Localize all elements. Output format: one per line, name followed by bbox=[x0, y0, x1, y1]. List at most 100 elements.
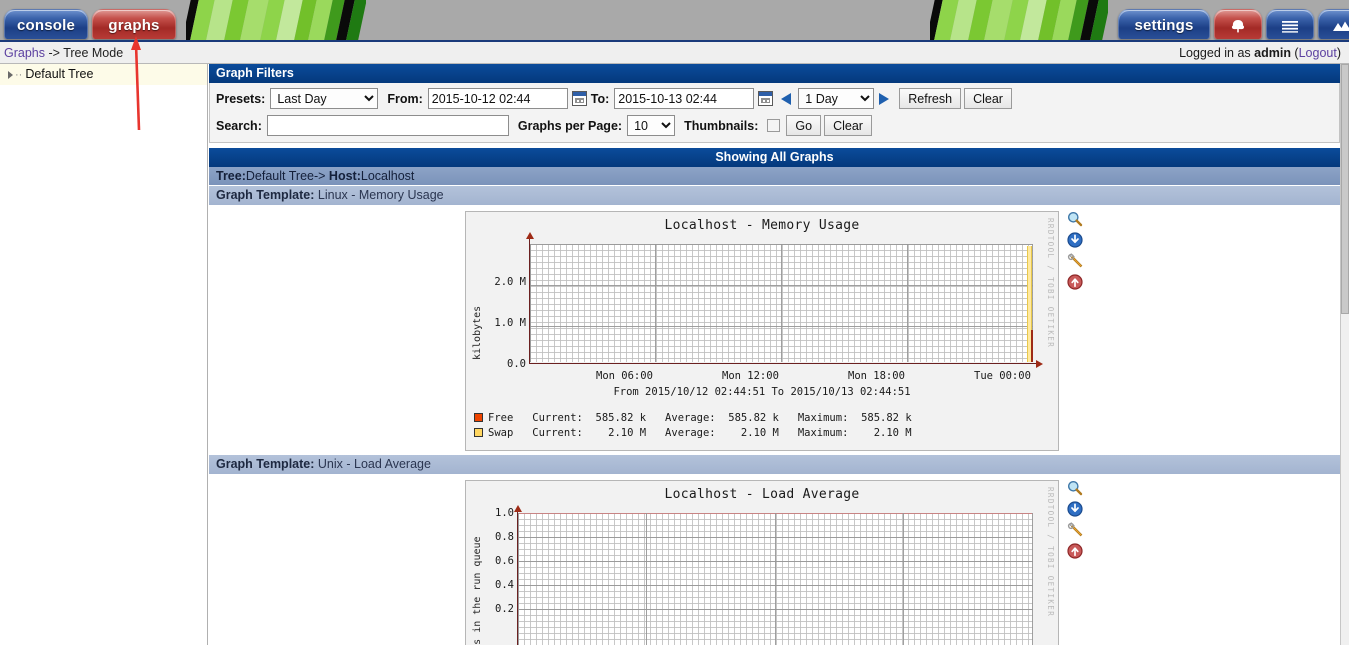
chevron-right-icon[interactable] bbox=[8, 70, 13, 79]
y-axis-line-memory bbox=[529, 238, 530, 364]
legend-average-free: 585.82 k bbox=[728, 412, 779, 424]
app-header: console graphs settings bbox=[0, 0, 1349, 42]
legend-average-swap: 2.10 M bbox=[740, 427, 779, 439]
download-icon[interactable] bbox=[1067, 232, 1083, 248]
template-name: Linux - Memory Usage bbox=[317, 188, 444, 202]
legend-current-label: Current: bbox=[532, 427, 583, 439]
breadcrumb-link-graphs[interactable]: Graphs bbox=[4, 46, 45, 60]
y-axis-arrow-memory bbox=[526, 232, 534, 239]
legend-current-free: 585.82 k bbox=[595, 412, 647, 424]
graph-image-memory[interactable]: Localhost - Memory Usage RRDTOOL / TOBI … bbox=[465, 211, 1059, 451]
presets-select[interactable]: Last Day bbox=[270, 88, 379, 109]
cacti-logo-banner-right bbox=[930, 0, 1108, 40]
zoom-icon[interactable] bbox=[1067, 480, 1083, 496]
calendar-icon-from[interactable] bbox=[571, 91, 587, 106]
graph-legend-swap: Swap Current: 2.10 M Average: 2.10 M Max… bbox=[474, 427, 912, 439]
tab-list-mode[interactable] bbox=[1266, 9, 1314, 39]
logout-link[interactable]: Logout bbox=[1299, 46, 1337, 60]
list-icon bbox=[1280, 17, 1300, 33]
y-axis-arrow-load bbox=[514, 505, 522, 512]
x-tick-memory: Mon 06:00 bbox=[596, 370, 653, 382]
template-prefix: Graph Template: bbox=[216, 188, 315, 202]
graph-image-load[interactable]: Localhost - Load Average RRDTOOL / TOBI … bbox=[465, 480, 1059, 645]
sidebar-tree-panel: ·· Default Tree bbox=[0, 64, 208, 645]
y-tick-memory: 1.0 M bbox=[494, 317, 526, 329]
wrench-icon[interactable] bbox=[1067, 253, 1083, 269]
to-input[interactable] bbox=[614, 88, 755, 109]
tree-host-bar: Tree:Default Tree-> Host:Localhost bbox=[209, 167, 1340, 186]
filter-row-dates: Presets: Last Day From: To: 1 Day Refres… bbox=[216, 87, 1333, 110]
csv-icon[interactable] bbox=[1067, 543, 1083, 559]
login-status: Logged in as admin (Logout) bbox=[1179, 42, 1341, 64]
host-name: Localhost bbox=[360, 169, 415, 183]
graph-title-load: Localhost - Load Average bbox=[664, 487, 860, 502]
template-prefix: Graph Template: bbox=[216, 457, 315, 471]
search-input[interactable] bbox=[266, 115, 509, 136]
thumbnails-checkbox[interactable] bbox=[767, 119, 781, 132]
main-content: Graph Filters Presets: Last Day From: To… bbox=[209, 64, 1340, 645]
scrollbar-thumb[interactable] bbox=[1341, 64, 1349, 314]
breadcrumb-bar: Graphs -> Tree Mode Logged in as admin (… bbox=[0, 42, 1349, 64]
sidebar-item-default-tree[interactable]: ·· Default Tree bbox=[0, 64, 207, 85]
vertical-scrollbar[interactable] bbox=[1340, 64, 1349, 645]
showing-all-graphs-bar: Showing All Graphs bbox=[209, 148, 1340, 167]
y-axis-label-load: processes in the run queue bbox=[472, 536, 483, 645]
thumbnails-label: Thumbnails: bbox=[684, 118, 759, 133]
go-button[interactable]: Go bbox=[786, 115, 822, 136]
from-input[interactable] bbox=[427, 88, 568, 109]
refresh-button[interactable]: Refresh bbox=[899, 88, 962, 109]
breadcrumb-separator: -> bbox=[45, 46, 64, 60]
legend-average-label: Average: bbox=[665, 427, 716, 439]
tree-name: Default Tree-> bbox=[245, 169, 329, 183]
tree-prefix: Tree: bbox=[216, 169, 246, 183]
logout-open-paren: ( bbox=[1290, 46, 1299, 60]
login-username: admin bbox=[1254, 46, 1291, 60]
download-icon[interactable] bbox=[1067, 501, 1083, 517]
tab-console[interactable]: console bbox=[4, 9, 88, 39]
breadcrumb: Graphs -> Tree Mode bbox=[4, 42, 123, 64]
graph-row-memory: Localhost - Memory Usage RRDTOOL / TOBI … bbox=[209, 205, 1340, 455]
logout-close-paren: ) bbox=[1336, 46, 1341, 60]
clear-button[interactable]: Clear bbox=[964, 88, 1012, 109]
legend-maximum-label: Maximum: bbox=[797, 412, 849, 424]
calendar-icon-to[interactable] bbox=[758, 91, 774, 106]
plot-area-load bbox=[518, 513, 1033, 645]
filter-row-search: Search: Graphs per Page: 10 Thumbnails: … bbox=[216, 114, 1333, 137]
tab-preview-mode[interactable] bbox=[1318, 9, 1349, 39]
graph-filters-panel: Presets: Last Day From: To: 1 Day Refres… bbox=[209, 83, 1340, 143]
tree-icon bbox=[1229, 17, 1247, 32]
zoom-icon[interactable] bbox=[1067, 211, 1083, 227]
graph-filters-title: Graph Filters bbox=[209, 64, 1340, 83]
legend-current-label: Current: bbox=[532, 412, 583, 424]
wrench-icon[interactable] bbox=[1067, 522, 1083, 538]
legend-name-free: Free bbox=[488, 412, 514, 424]
y-tick-load: 0.4 bbox=[495, 579, 514, 591]
plot-area-memory bbox=[530, 244, 1033, 362]
graph-actions-memory bbox=[1067, 211, 1089, 295]
graph-legend-free: Free Current: 585.82 k Average: 585.82 k… bbox=[474, 412, 912, 424]
graphs-per-page-label: Graphs per Page: bbox=[517, 118, 623, 133]
y-tick-load: 0.2 bbox=[495, 603, 514, 615]
series-free-area bbox=[1031, 330, 1033, 362]
tab-graphs[interactable]: graphs bbox=[92, 9, 176, 39]
to-label: To: bbox=[590, 91, 610, 106]
graph-row-load: Localhost - Load Average RRDTOOL / TOBI … bbox=[209, 474, 1340, 645]
x-axis-arrow-memory bbox=[1036, 360, 1043, 368]
graphs-per-page-select[interactable]: 10 bbox=[627, 115, 676, 136]
timespan-select[interactable]: 1 Day bbox=[798, 88, 875, 109]
arrow-right-icon[interactable] bbox=[878, 92, 891, 106]
rrdtool-watermark-load: RRDTOOL / TOBI OETIKER bbox=[1046, 487, 1055, 618]
host-prefix: Host: bbox=[328, 169, 361, 183]
csv-icon[interactable] bbox=[1067, 274, 1083, 290]
clear-filters-button[interactable]: Clear bbox=[824, 115, 872, 136]
y-tick-load: 1.0 bbox=[495, 507, 514, 519]
legend-maximum-free: 585.82 k bbox=[861, 412, 912, 424]
tab-settings[interactable]: settings bbox=[1118, 9, 1210, 39]
tree-connector: ·· bbox=[15, 69, 23, 81]
y-tick-memory: 0.0 bbox=[507, 358, 526, 370]
legend-swatch-free bbox=[474, 413, 483, 422]
tab-tree-mode[interactable] bbox=[1214, 9, 1262, 39]
x-tick-memory: Mon 12:00 bbox=[722, 370, 779, 382]
arrow-left-icon[interactable] bbox=[781, 92, 794, 106]
from-label: From: bbox=[387, 91, 423, 106]
